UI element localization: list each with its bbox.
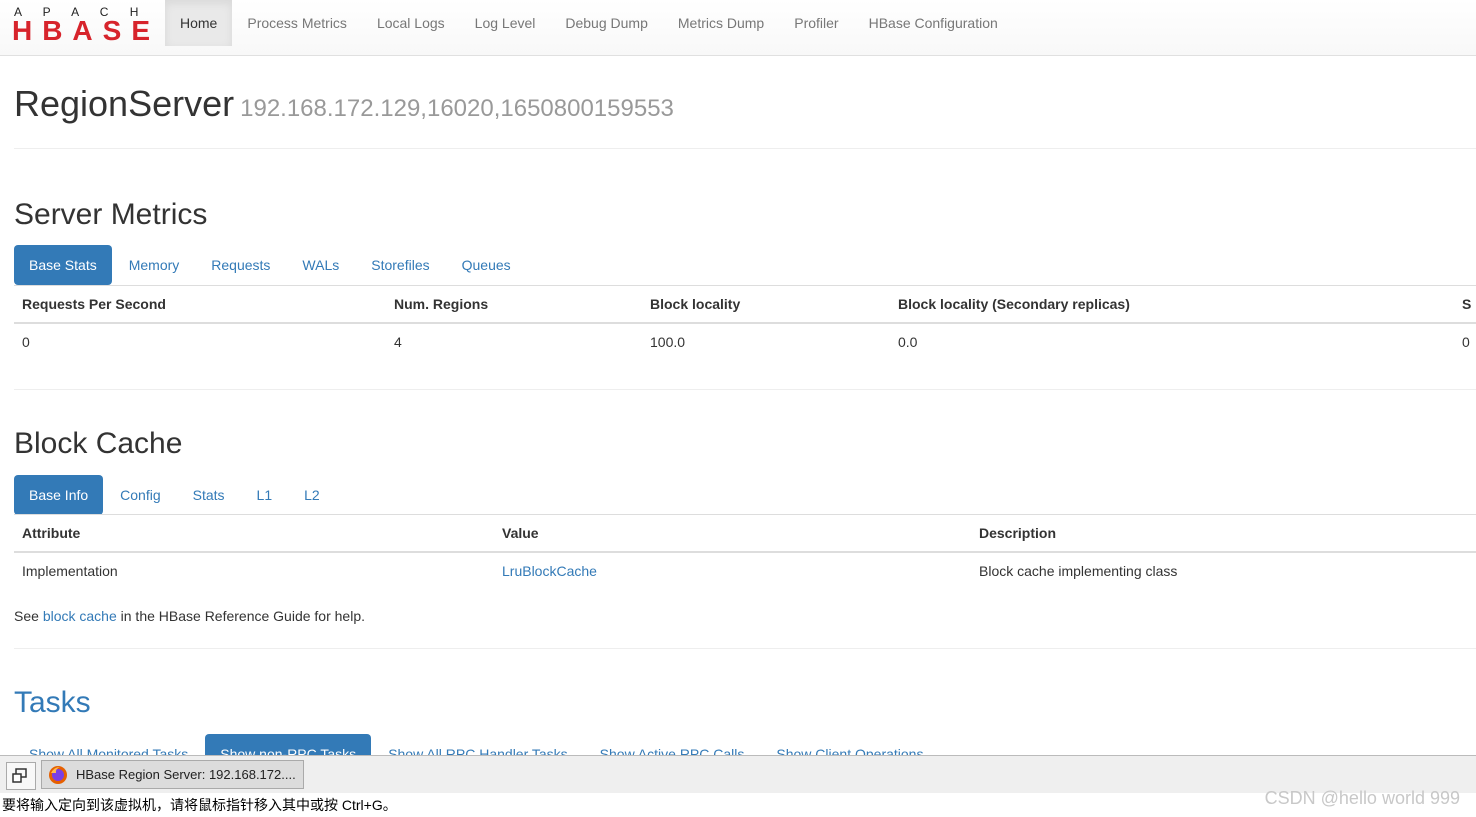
col-header: Value <box>494 514 971 553</box>
col-header: Requests Per Second <box>14 285 386 324</box>
block-cache-help: See block cache in the HBase Reference G… <box>14 608 365 624</box>
nav-process-metrics[interactable]: Process Metrics <box>232 0 362 46</box>
nav-hbase-configuration[interactable]: HBase Configuration <box>854 0 1013 46</box>
tab-requests[interactable]: Requests <box>196 245 285 285</box>
col-header: Block locality (Secondary replicas) <box>890 285 1454 324</box>
table-row: Implementation LruBlockCache Block cache… <box>14 552 1476 589</box>
windows-icon <box>12 768 27 783</box>
tasks-tabs: Show All Monitored Tasks Show non-RPC Ta… <box>14 734 940 755</box>
block-cache-link[interactable]: block cache <box>43 608 117 624</box>
tab-queues[interactable]: Queues <box>447 245 526 285</box>
block-cache-title: Block Cache <box>14 427 183 460</box>
help-text: See <box>14 608 43 624</box>
col-header: Num. Regions <box>386 285 642 324</box>
os-taskbar: HBase Region Server: 192.168.172.... <box>0 755 1476 793</box>
page-title: RegionServer 192.168.172.129,16020,165080… <box>14 83 674 125</box>
tab-rpc-handler-tasks[interactable]: Show All RPC Handler Tasks <box>373 734 582 755</box>
table-cell: Implementation <box>22 563 118 579</box>
tab-l1[interactable]: L1 <box>242 475 288 515</box>
taskbar-window-title: HBase Region Server: 192.168.172.... <box>76 767 296 782</box>
watermark: CSDN @hello world 999 <box>1264 788 1460 808</box>
tab-non-rpc-tasks[interactable]: Show non-RPC Tasks <box>205 734 372 755</box>
tab-all-monitored-tasks[interactable]: Show All Monitored Tasks <box>14 734 203 755</box>
vm-status-message: 要将输入定向到该虚拟机，请将鼠标指针移入其中或按 Ctrl+G。 <box>0 793 1476 816</box>
nav-local-logs[interactable]: Local Logs <box>362 0 460 46</box>
table-cell: 0.0 <box>898 334 918 350</box>
table-header-row: Attribute Value Description <box>14 514 1476 553</box>
nav-debug-dump[interactable]: Debug Dump <box>550 0 663 46</box>
tab-wals[interactable]: WALs <box>287 245 354 285</box>
col-header: S <box>1454 285 1476 324</box>
table-cell: 0 <box>22 334 30 350</box>
nav-metrics-dump[interactable]: Metrics Dump <box>663 0 779 46</box>
hbase-logo[interactable]: A P A C H E HBASE <box>12 4 154 44</box>
table-cell: 100.0 <box>650 334 686 350</box>
server-metrics-title: Server Metrics <box>14 198 208 231</box>
svg-text:HBASE: HBASE <box>12 15 150 44</box>
top-navbar: A P A C H E HBASE Home Process Metrics L… <box>0 0 1476 56</box>
tab-storefiles[interactable]: Storefiles <box>356 245 444 285</box>
page-content: RegionServer 192.168.172.129,16020,165080… <box>14 55 1476 755</box>
col-header: Block locality <box>642 285 890 324</box>
tab-active-rpc-calls[interactable]: Show Active RPC Calls <box>585 734 760 755</box>
show-desktop-button[interactable] <box>6 762 36 790</box>
page-title-text: RegionServer <box>14 83 235 124</box>
base-stats-table: Requests Per Second Num. Regions Block l… <box>14 285 1476 360</box>
col-header: Description <box>971 514 1476 553</box>
divider <box>14 148 1476 149</box>
table-row: 0 4 100.0 0.0 0 <box>14 323 1476 360</box>
table-cell: 0 <box>1462 334 1470 350</box>
divider <box>14 389 1476 390</box>
tab-l2[interactable]: L2 <box>289 475 335 515</box>
main-nav: Home Process Metrics Local Logs Log Leve… <box>165 0 1013 55</box>
tab-client-operations[interactable]: Show Client Operations <box>761 734 938 755</box>
tab-config[interactable]: Config <box>105 475 175 515</box>
taskbar-firefox-window[interactable]: HBase Region Server: 192.168.172.... <box>41 760 304 789</box>
block-cache-tabs: Base Info Config Stats L1 L2 <box>14 475 337 515</box>
block-cache-table: Attribute Value Description Implementati… <box>14 514 1476 589</box>
nav-home[interactable]: Home <box>165 0 233 46</box>
table-header-row: Requests Per Second Num. Regions Block l… <box>14 285 1476 324</box>
tab-base-stats[interactable]: Base Stats <box>14 245 112 285</box>
tab-stats[interactable]: Stats <box>178 475 240 515</box>
server-metrics-tabs: Base Stats Memory Requests WALs Storefil… <box>14 245 528 285</box>
tasks-title[interactable]: Tasks <box>14 686 91 720</box>
tab-base-info[interactable]: Base Info <box>14 475 104 515</box>
col-header: Attribute <box>14 514 494 553</box>
nav-profiler[interactable]: Profiler <box>779 0 853 46</box>
divider <box>14 648 1476 649</box>
lrublockcache-link[interactable]: LruBlockCache <box>494 552 971 589</box>
nav-log-level[interactable]: Log Level <box>460 0 551 46</box>
table-cell: Block cache implementing class <box>979 563 1178 579</box>
firefox-icon <box>49 765 67 784</box>
help-text: in the HBase Reference Guide for help. <box>116 608 366 624</box>
server-name: 192.168.172.129,16020,1650800159553 <box>240 95 674 122</box>
tab-memory[interactable]: Memory <box>114 245 195 285</box>
table-cell: 4 <box>394 334 402 350</box>
